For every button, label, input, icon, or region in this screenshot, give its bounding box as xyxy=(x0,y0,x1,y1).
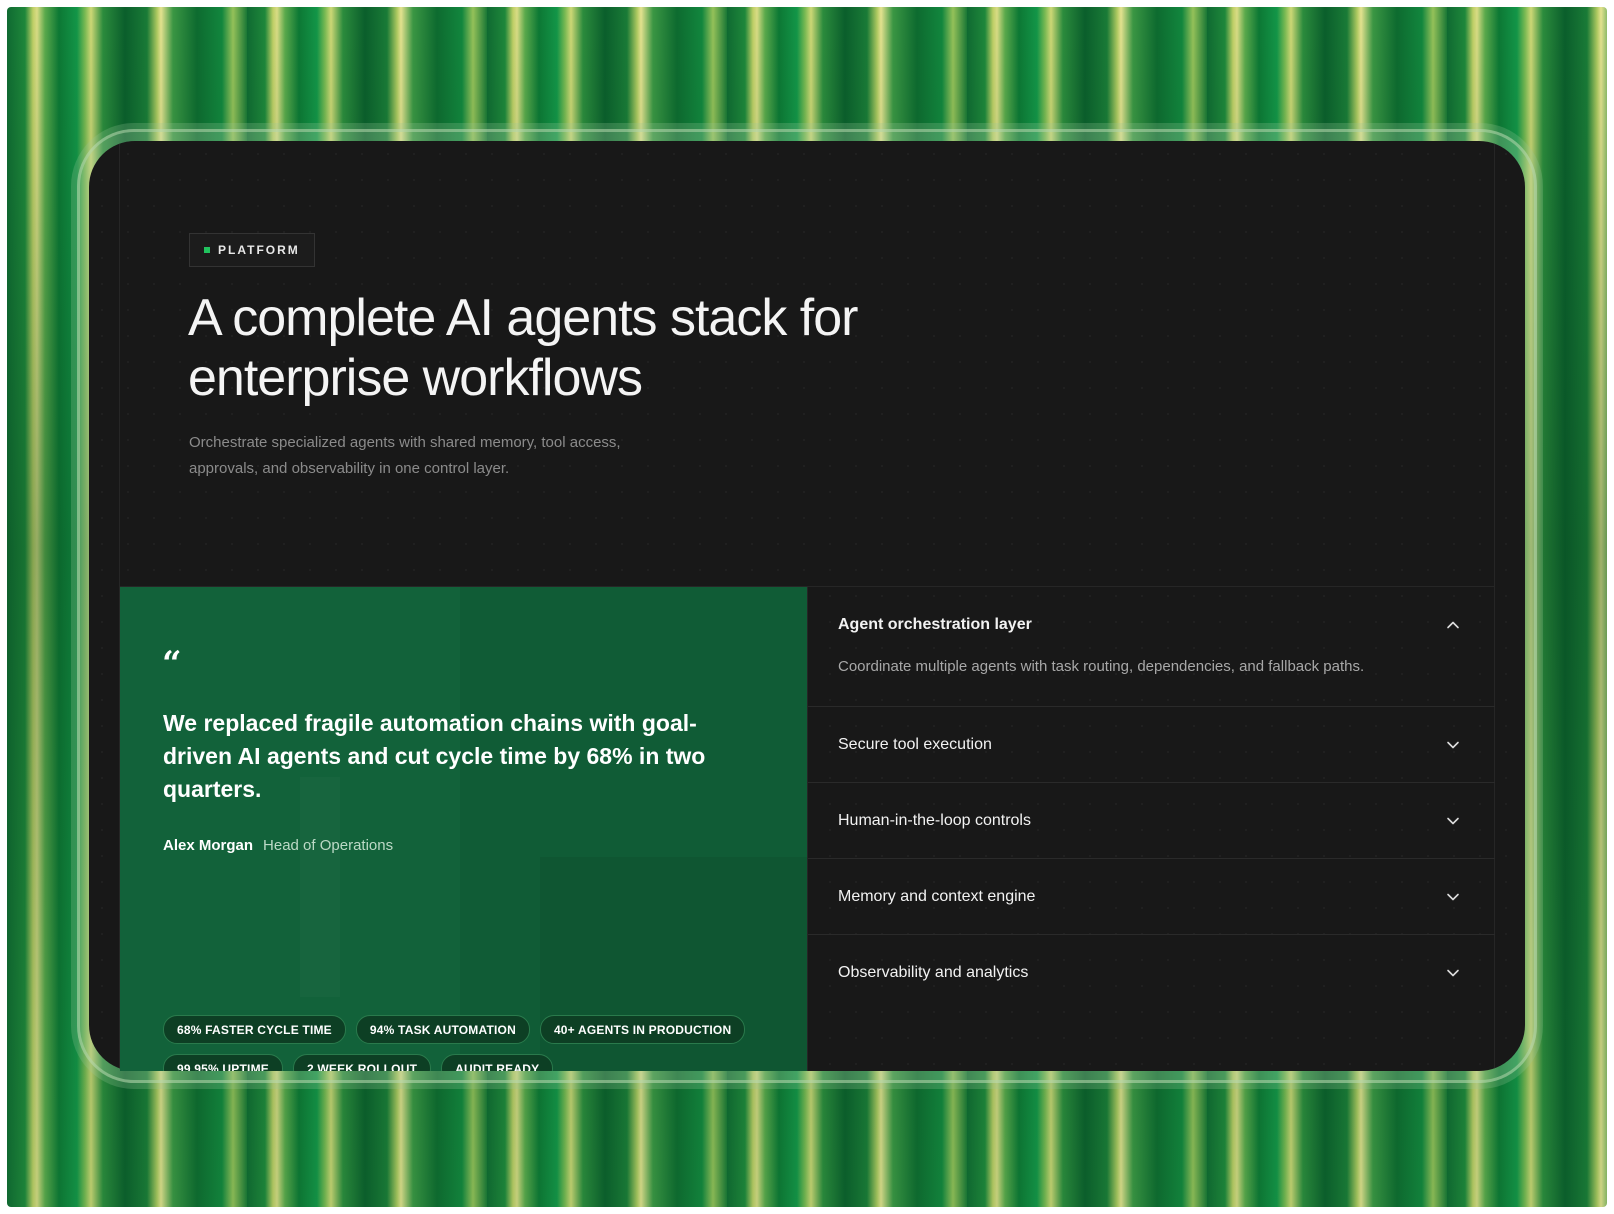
section-tag: PLATFORM xyxy=(189,233,315,267)
headline-line-1: A complete AI agents stack for xyxy=(188,289,858,347)
accordion-item: Memory and context engine xyxy=(808,859,1495,935)
accordion-title: Secure tool execution xyxy=(838,735,992,753)
quote-icon: “ xyxy=(162,644,182,684)
tag-dot-icon xyxy=(204,247,210,253)
chevron-up-icon[interactable] xyxy=(1445,617,1461,633)
hero-description: Orchestrate specialized agents with shar… xyxy=(189,430,709,482)
accordion-header[interactable]: Agent orchestration layer xyxy=(808,587,1495,662)
accordion-title: Human-in-the-loop controls xyxy=(838,811,1031,829)
testimonial-quote: We replaced fragile automation chains wi… xyxy=(163,710,706,802)
accordion-header[interactable]: Observability and analytics xyxy=(808,935,1495,1010)
stat-chip: 99.95% UPTIME xyxy=(163,1054,283,1071)
accordion-item: Human-in-the-loop controls xyxy=(808,783,1495,859)
subcopy-line-1: Orchestrate specialized agents with shar… xyxy=(189,434,621,451)
accordion-item: Secure tool execution xyxy=(808,707,1495,783)
accordion-header[interactable]: Secure tool execution xyxy=(808,707,1495,782)
testimonial-author: Alex Morgan Head of Operations xyxy=(163,837,393,854)
panel-shade xyxy=(300,777,340,997)
chevron-down-icon[interactable] xyxy=(1445,813,1461,829)
feature-accordion: Agent orchestration layer Coordinate mul… xyxy=(807,587,1495,1071)
accordion-header[interactable]: Human-in-the-loop controls xyxy=(808,783,1495,858)
testimonial-panel: “ We replaced fragile automation chains … xyxy=(120,587,807,1071)
chevron-down-icon[interactable] xyxy=(1445,737,1461,753)
chevron-down-icon[interactable] xyxy=(1445,965,1461,981)
accordion-item: Observability and analytics xyxy=(808,935,1495,1010)
chip-row: 99.95% UPTIME 2 WEEK ROLLOUT AUDIT READY xyxy=(163,1054,783,1071)
accordion-header[interactable]: Memory and context engine xyxy=(808,859,1495,934)
author-role: Head of Operations xyxy=(263,837,394,854)
chip-row: 68% FASTER CYCLE TIME 94% TASK AUTOMATIO… xyxy=(163,1015,783,1044)
headline-line-2: enterprise workflows xyxy=(188,349,643,407)
stat-chip: 68% FASTER CYCLE TIME xyxy=(163,1015,346,1044)
stat-chip: 94% TASK AUTOMATION xyxy=(355,1015,530,1044)
accordion-description: Coordinate multiple agents with task rou… xyxy=(838,658,1365,675)
author-name: Alex Morgan xyxy=(163,837,254,854)
page-title: A complete AI agents stack for enterpris… xyxy=(188,288,948,408)
accordion-title: Observability and analytics xyxy=(838,963,1029,981)
accordion-item: Agent orchestration layer Coordinate mul… xyxy=(808,587,1495,707)
subcopy-line-2: approvals, and observability in one cont… xyxy=(189,460,510,477)
accordion-title: Agent orchestration layer xyxy=(838,615,1032,633)
stat-chip: 2 WEEK ROLLOUT xyxy=(292,1054,432,1071)
stat-chip: AUDIT READY xyxy=(441,1054,554,1071)
stat-chip: 40+ AGENTS IN PRODUCTION xyxy=(539,1015,746,1044)
section-tag-label: PLATFORM xyxy=(218,243,300,257)
accordion-title: Memory and context engine xyxy=(838,887,1036,905)
chevron-down-icon[interactable] xyxy=(1445,889,1461,905)
stat-chips: 68% FASTER CYCLE TIME 94% TASK AUTOMATIO… xyxy=(163,1015,783,1071)
